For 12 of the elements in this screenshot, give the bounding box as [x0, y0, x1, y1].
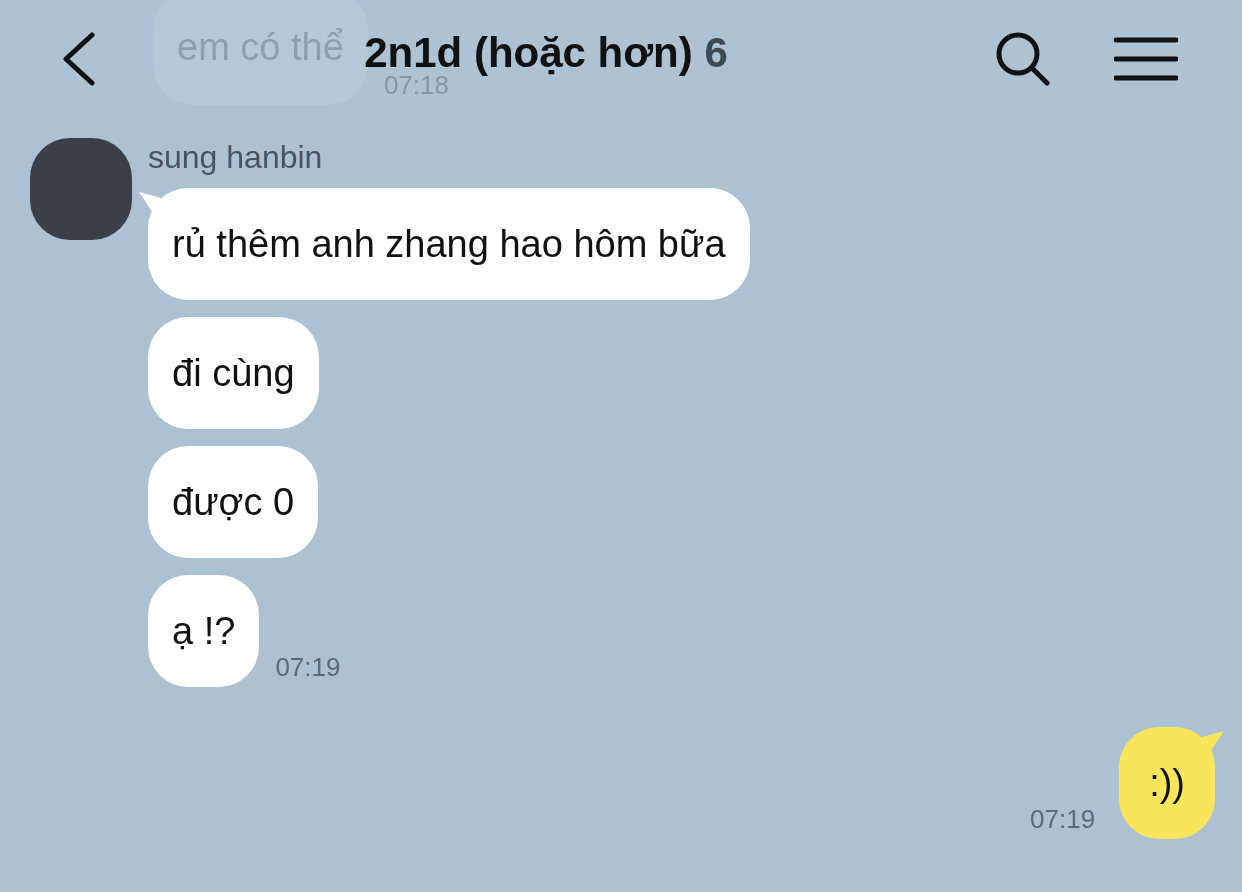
message-bubble: rủ thêm anh zhang hao hôm bữa [148, 188, 750, 300]
member-count: 6 [704, 29, 728, 76]
message-bubble: :)) [1119, 727, 1215, 839]
sender-name: sung hanbin [148, 138, 323, 176]
menu-icon[interactable] [1114, 35, 1178, 82]
message-time: 07:19 [275, 651, 341, 684]
back-icon[interactable] [60, 31, 96, 86]
message-bubble: đi cùng [148, 317, 319, 429]
message-bubble: ạ !? [148, 575, 260, 687]
message-bubble: được 0 [148, 446, 319, 558]
search-icon[interactable] [996, 31, 1050, 86]
message-time: 07:19 [1030, 803, 1096, 836]
